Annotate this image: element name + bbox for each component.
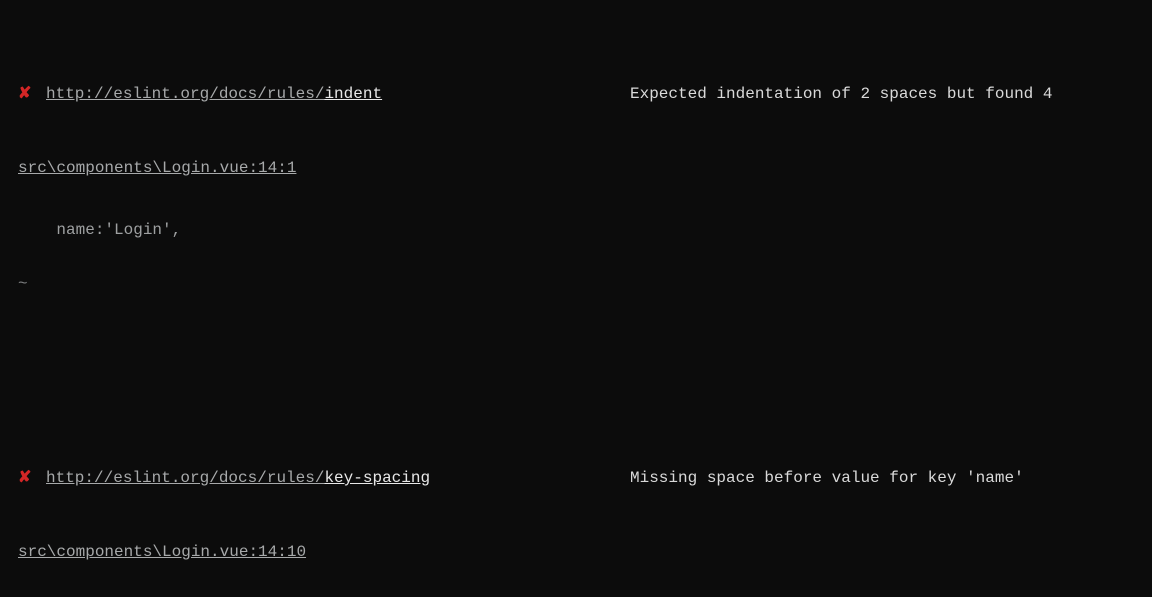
rule-url-base: http://eslint.org/docs/rules/ bbox=[46, 469, 324, 487]
rule-name: indent bbox=[324, 85, 382, 103]
code-snippet: name:'Login', bbox=[18, 220, 1134, 240]
lint-error-entry: ✘ http://eslint.org/docs/rules/key-spaci… bbox=[18, 428, 1134, 597]
error-message: Missing space before value for key 'name… bbox=[630, 468, 1024, 488]
error-icon: ✘ bbox=[18, 468, 46, 488]
caret-marker: ~ bbox=[18, 280, 1134, 292]
lint-error-entry: ✘ http://eslint.org/docs/rules/indent Ex… bbox=[18, 44, 1134, 332]
rule-link[interactable]: http://eslint.org/docs/rules/indent bbox=[46, 85, 382, 103]
rule-link[interactable]: http://eslint.org/docs/rules/key-spacing bbox=[46, 469, 430, 487]
file-location[interactable]: src\components\Login.vue:14:10 bbox=[18, 542, 1134, 562]
terminal-output: ✘ http://eslint.org/docs/rules/indent Ex… bbox=[0, 0, 1152, 597]
rule-url-base: http://eslint.org/docs/rules/ bbox=[46, 85, 324, 103]
error-icon: ✘ bbox=[18, 84, 46, 104]
error-message: Expected indentation of 2 spaces but fou… bbox=[630, 84, 1052, 104]
file-location[interactable]: src\components\Login.vue:14:1 bbox=[18, 158, 1134, 178]
rule-name: key-spacing bbox=[324, 469, 430, 487]
